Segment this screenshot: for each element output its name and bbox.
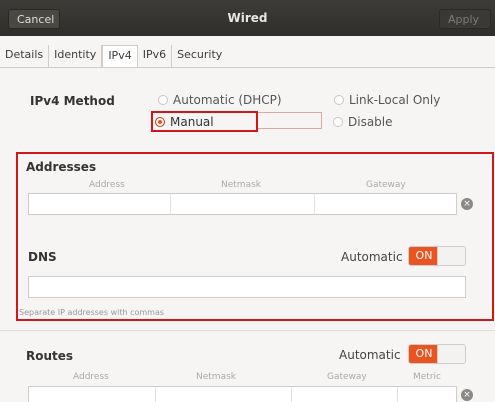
routes-automatic-label: Automatic (339, 348, 401, 362)
tab-details[interactable]: Details (0, 45, 50, 67)
tab-bar: Details Identity IPv4 IPv6 Security (0, 45, 227, 67)
column-header-gateway: Gateway (366, 180, 406, 190)
route-address-input[interactable] (29, 387, 153, 402)
route-gateway-input[interactable] (292, 387, 395, 402)
radio-label: Link-Local Only (349, 93, 441, 107)
tab-ipv6[interactable]: IPv6 (138, 45, 173, 67)
header-bar: Cancel Wired Apply (0, 0, 495, 36)
radio-label: Disable (348, 115, 393, 129)
routes-automatic-switch[interactable]: ON (408, 344, 466, 364)
addresses-title: Addresses (26, 160, 97, 174)
route-metric-input[interactable] (398, 387, 455, 402)
radio-disable[interactable]: Disable (333, 115, 393, 129)
dns-input[interactable] (28, 276, 466, 298)
dns-title: DNS (28, 250, 57, 264)
routes-title: Routes (26, 349, 74, 363)
apply-button[interactable]: Apply (439, 9, 491, 29)
dns-automatic-label: Automatic (341, 250, 403, 264)
switch-knob (437, 247, 465, 265)
delete-route-icon[interactable]: × (461, 389, 473, 401)
column-header-netmask: Netmask (221, 180, 261, 190)
radio-manual[interactable]: Manual (155, 115, 214, 129)
radio-unchecked-icon (158, 95, 168, 105)
tab-divider (0, 67, 495, 68)
radio-unchecked-icon (334, 95, 344, 105)
radio-automatic-dhcp[interactable]: Automatic (DHCP) (158, 93, 282, 107)
radio-label: Automatic (DHCP) (173, 93, 282, 107)
switch-on-label: ON (409, 247, 439, 265)
switch-knob (437, 345, 465, 363)
dns-hint: Separate IP addresses with commas (19, 308, 165, 317)
netmask-input[interactable] (171, 194, 312, 214)
tab-security[interactable]: Security (172, 45, 227, 67)
radio-label: Manual (170, 115, 214, 129)
column-header-netmask: Netmask (196, 372, 236, 382)
section-divider (0, 330, 495, 331)
route-netmask-input[interactable] (156, 387, 289, 402)
tab-identity[interactable]: Identity (49, 45, 103, 67)
column-header-metric: Metric (413, 372, 441, 382)
delete-address-icon[interactable]: × (461, 198, 473, 210)
window-title: Wired (227, 11, 268, 25)
gateway-input[interactable] (315, 194, 455, 214)
address-input[interactable] (29, 194, 168, 214)
column-header-address: Address (73, 372, 109, 382)
column-header-gateway: Gateway (327, 372, 367, 382)
radio-checked-icon (155, 117, 165, 127)
radio-unchecked-icon (333, 117, 343, 127)
tab-ipv4[interactable]: IPv4 (102, 45, 138, 67)
ipv4-method-label: IPv4 Method (30, 94, 115, 108)
radio-link-local-only[interactable]: Link-Local Only (334, 93, 440, 107)
switch-on-label: ON (409, 345, 439, 363)
column-header-address: Address (89, 180, 125, 190)
manual-highlight-tail (258, 112, 322, 129)
dns-automatic-switch[interactable]: ON (408, 246, 466, 266)
